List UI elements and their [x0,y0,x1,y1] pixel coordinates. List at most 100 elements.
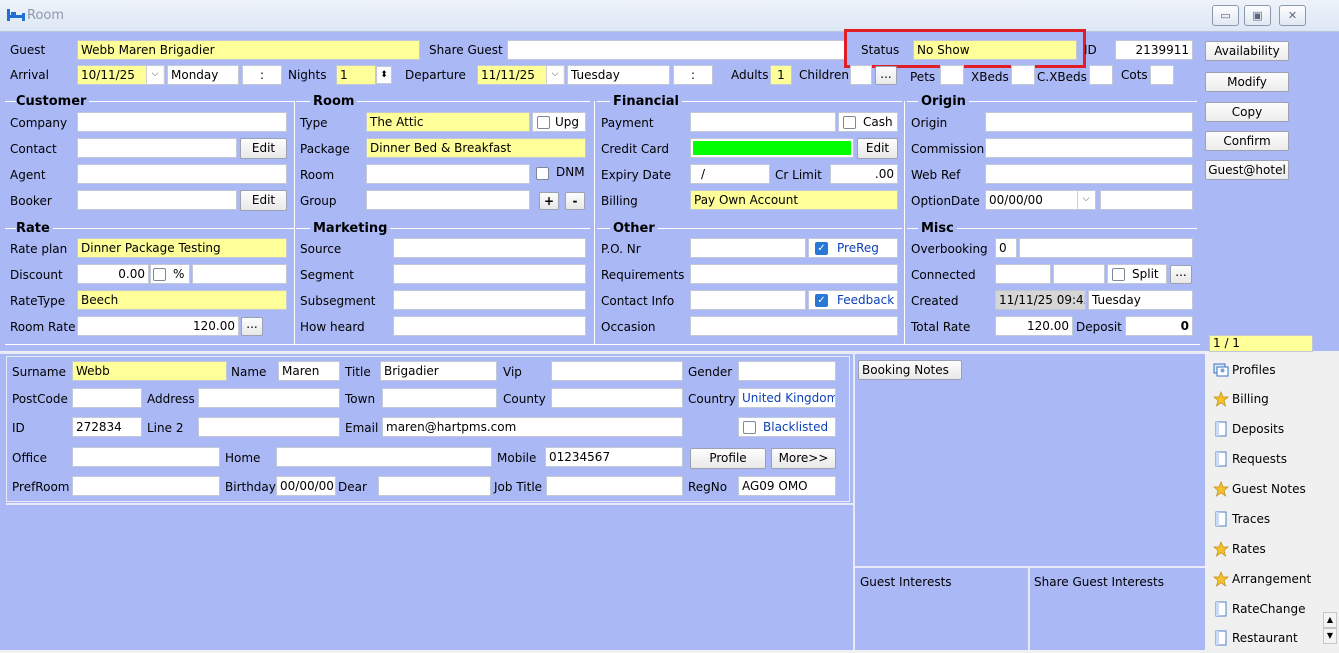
rate-type-field[interactable]: Beech [77,290,287,310]
first-name-field[interactable]: Maren [278,361,340,381]
discount-field[interactable]: 0.00 [77,264,149,284]
upg-checkbox[interactable] [537,116,550,129]
prefroom-field[interactable] [72,476,220,496]
overbooking-field[interactable]: 0 [995,238,1017,258]
tab-ratechange[interactable]: RateChange [1213,595,1323,623]
feedback-checkbox[interactable]: ✓ [815,294,828,307]
booker-field[interactable] [77,190,237,210]
source-field[interactable] [393,238,586,258]
cash-checkbox-box[interactable]: Cash [838,112,898,132]
arrival-time-field[interactable]: : [242,65,282,85]
contact-edit-button[interactable]: Edit [240,138,287,159]
discount-extra-field[interactable] [192,264,287,284]
tab-arrangement[interactable]: Arrangement [1213,565,1323,593]
company-field[interactable] [77,112,287,132]
county-field[interactable] [551,388,683,408]
room-number-field[interactable] [366,164,530,184]
tab-requests[interactable]: Requests [1213,445,1323,473]
children-more-button[interactable]: ... [875,66,897,85]
group-remove-button[interactable]: - [565,192,585,210]
percent-checkbox[interactable] [153,268,166,281]
room-rate-field[interactable]: 120.00 [77,316,239,336]
requirements-field[interactable] [690,264,898,284]
postcode-field[interactable] [72,388,142,408]
overbooking-extra-field[interactable] [1019,238,1193,258]
rate-plan-field[interactable]: Dinner Package Testing [77,238,287,258]
email-field[interactable]: maren@hartpms.com [382,417,683,437]
country-field[interactable]: United Kingdom [738,388,836,408]
group-field[interactable] [366,190,530,210]
cots-field[interactable] [1150,65,1174,85]
close-button[interactable]: ✕ [1279,5,1306,26]
availability-button[interactable]: Availability [1205,41,1289,61]
how-heard-field[interactable] [393,316,586,336]
pets-field[interactable] [940,65,964,85]
prereg-checkbox[interactable]: ✓ [815,242,828,255]
origin-field[interactable] [985,112,1193,132]
payment-field[interactable] [690,112,836,132]
maximize-button[interactable]: ▣ [1244,5,1271,26]
home-field[interactable] [276,447,492,467]
split-checkbox-box[interactable]: Split [1107,264,1167,284]
credit-card-edit-button[interactable]: Edit [857,138,898,159]
surname-field[interactable]: Webb [72,361,227,381]
upg-checkbox-box[interactable]: Upg [532,112,586,132]
minimize-button[interactable]: ▭ [1212,5,1239,26]
agent-field[interactable] [77,164,287,184]
po-field[interactable] [690,238,806,258]
arrival-dropdown-icon[interactable]: ⌵ [146,66,163,84]
occasion-field[interactable] [690,316,898,336]
percent-checkbox-box[interactable]: % [150,264,190,284]
more-button[interactable]: More>> [771,448,836,469]
cash-checkbox[interactable] [843,116,856,129]
dear-field[interactable] [378,476,491,496]
copy-button[interactable]: Copy [1205,102,1289,122]
tab-traces[interactable]: Traces [1213,505,1323,533]
children-field[interactable] [850,65,872,85]
title-field[interactable]: Brigadier [380,361,497,381]
profile-button[interactable]: Profile [690,448,766,469]
nights-spinner-icon[interactable]: ⬍ [376,66,392,84]
room-type-field[interactable]: The Attic [366,112,530,132]
expiry-field[interactable]: / [690,164,770,184]
package-field[interactable]: Dinner Bed & Breakfast [366,138,586,158]
web-ref-field[interactable] [985,164,1193,184]
dnm-checkbox-box[interactable]: DNM [532,164,588,184]
dnm-checkbox[interactable] [536,167,549,180]
feedback-checkbox-box[interactable]: ✓ Feedback [808,290,898,310]
option-date-extra-field[interactable] [1100,190,1193,210]
adults-field[interactable]: 1 [770,65,792,85]
line2-field[interactable] [198,417,340,437]
departure-time-field[interactable]: : [673,65,713,85]
commission-field[interactable] [985,138,1193,158]
guest-field[interactable]: Webb Maren Brigadier [77,40,420,60]
confirm-button[interactable]: Confirm [1205,131,1289,151]
gender-field[interactable] [738,361,836,381]
room-rate-more-button[interactable]: ... [241,317,263,336]
tab-deposits[interactable]: Deposits [1213,415,1323,443]
blacklisted-checkbox[interactable] [743,421,756,434]
credit-card-field[interactable] [690,138,854,158]
prereg-checkbox-box[interactable]: ✓ PreReg [808,238,898,258]
nights-field[interactable]: 1 [336,65,376,85]
guest-at-hotel-button[interactable]: Guest@hotel [1205,160,1289,180]
booking-notes-tab[interactable]: Booking Notes [858,360,962,380]
tab-profiles[interactable]: Profiles [1213,356,1323,384]
connected-more-button[interactable]: ... [1170,265,1192,284]
segment-field[interactable] [393,264,586,284]
cxbeds-field[interactable] [1089,65,1113,85]
address-field[interactable] [198,388,340,408]
cr-limit-field[interactable]: .00 [830,164,898,184]
scroll-up-icon[interactable]: ▲ [1323,612,1337,628]
town-field[interactable] [382,388,497,408]
tab-restaurant[interactable]: Restaurant [1213,624,1323,652]
connected-field-2[interactable] [1053,264,1105,284]
connected-field-1[interactable] [995,264,1051,284]
billing-field[interactable]: Pay Own Account [690,190,898,210]
xbeds-field[interactable] [1011,65,1035,85]
group-add-button[interactable]: + [539,192,559,210]
office-field[interactable] [72,447,220,467]
share-guest-field[interactable] [507,40,847,60]
scroll-down-icon[interactable]: ▼ [1323,628,1337,644]
option-date-dropdown-icon[interactable]: ⌵ [1077,191,1094,209]
